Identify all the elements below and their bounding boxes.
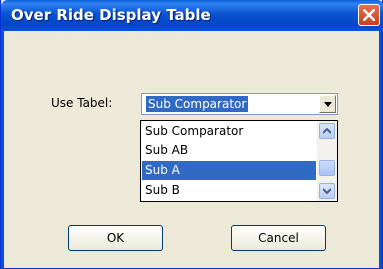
window-title: Over Ride Display Table	[11, 6, 211, 24]
scroll-up-button[interactable]	[319, 123, 335, 139]
dropdown-selected-value: Sub Comparator	[146, 96, 249, 112]
close-icon	[363, 9, 375, 21]
use-table-label: Use Tabel:	[51, 96, 113, 110]
close-button[interactable]	[358, 4, 380, 26]
list-item-sub-b[interactable]: Sub B	[142, 181, 316, 200]
title-bar[interactable]: Over Ride Display Table	[1, 0, 383, 31]
dropdown-button[interactable]	[319, 95, 336, 113]
dialog-window: Over Ride Display Table Use Tabel: Sub C…	[0, 0, 383, 269]
scroll-thumb[interactable]	[319, 160, 335, 176]
ok-button[interactable]: OK	[68, 225, 163, 251]
right-border	[379, 31, 382, 269]
chevron-down-icon	[324, 102, 332, 107]
arrow-up-icon	[323, 128, 331, 134]
list-item-sub-a[interactable]: Sub A	[142, 161, 316, 180]
arrow-down-icon	[323, 188, 331, 194]
dropdown-list[interactable]: Sub Comparator Sub AB Sub A Sub B	[140, 120, 338, 202]
table-dropdown[interactable]: Sub Comparator	[141, 93, 338, 115]
cancel-button[interactable]: Cancel	[231, 225, 326, 251]
scroll-down-button[interactable]	[319, 183, 335, 199]
left-border	[1, 31, 4, 269]
list-item-sub-comparator[interactable]: Sub Comparator	[142, 122, 316, 141]
list-item-sub-ab[interactable]: Sub AB	[142, 141, 316, 160]
list-scrollbar[interactable]	[317, 121, 337, 201]
